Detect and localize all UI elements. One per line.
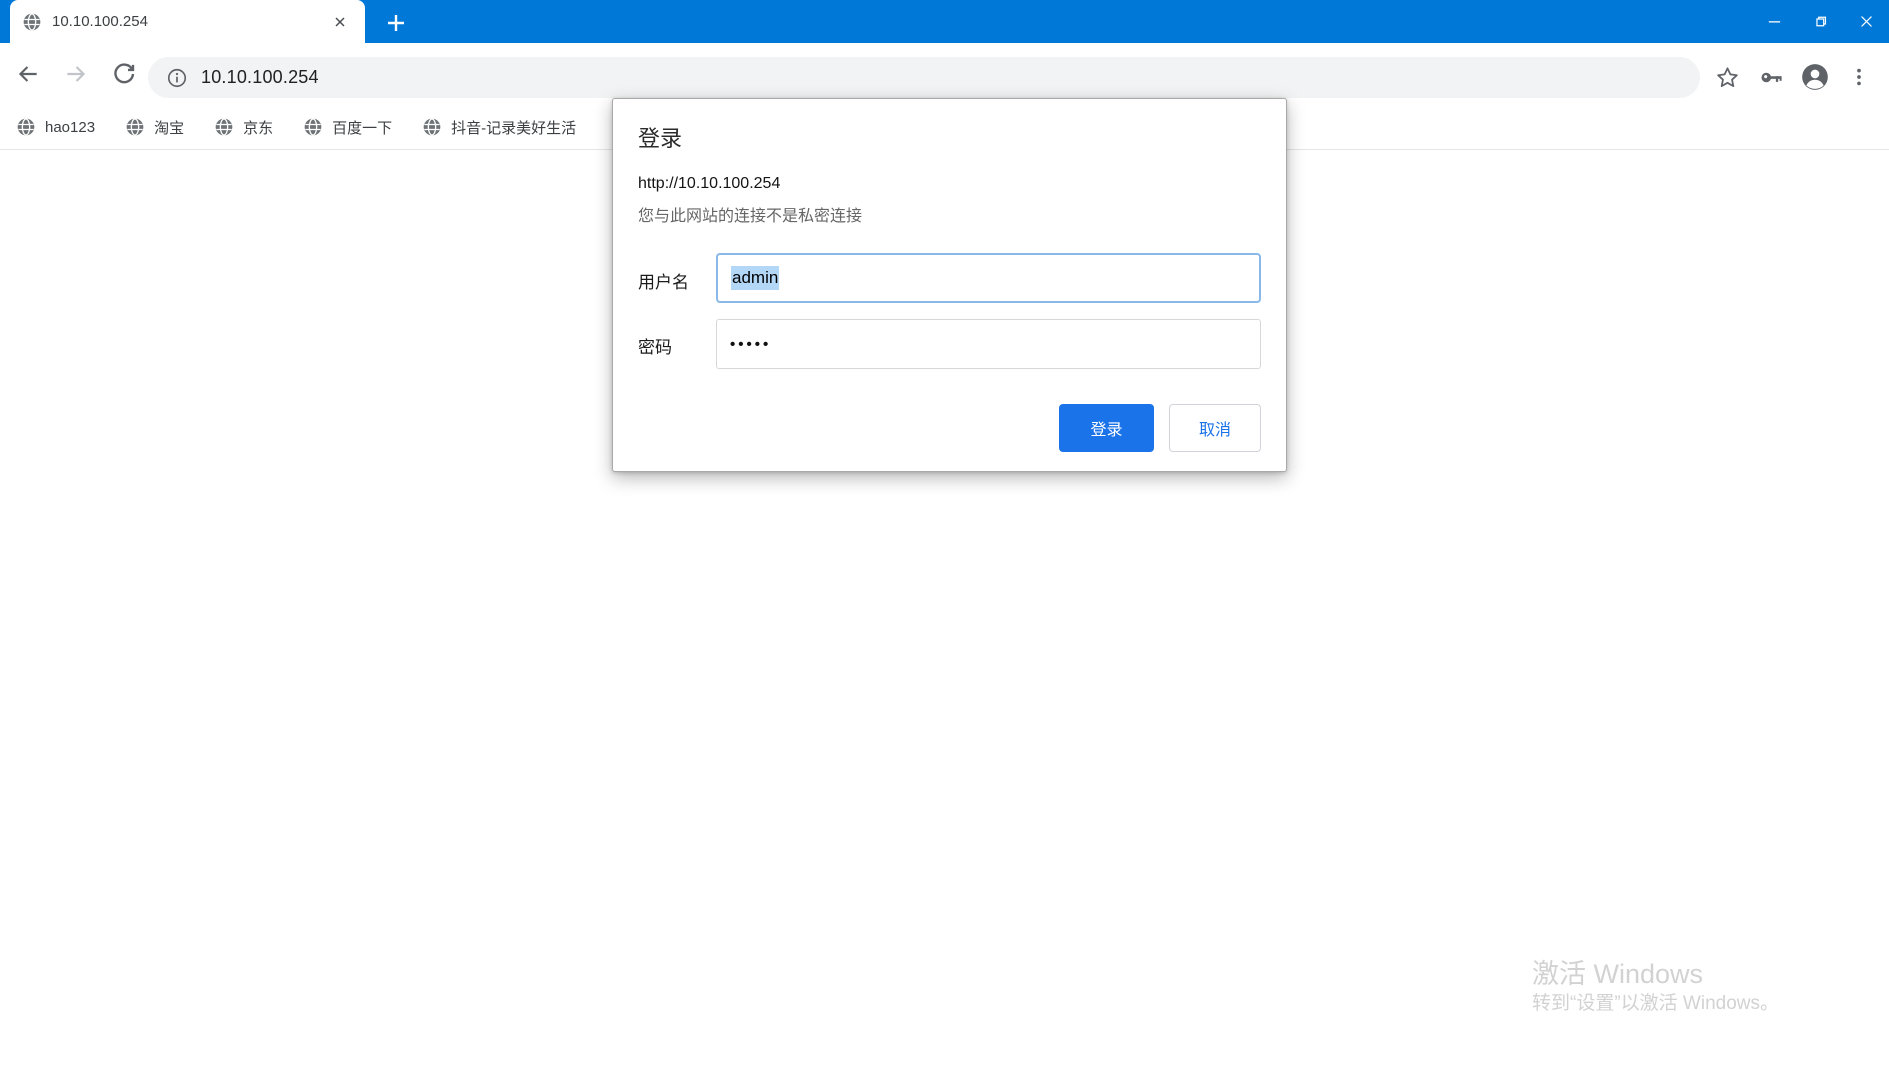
titlebar: 10.10.100.254 [0, 0, 1889, 43]
forward-button[interactable] [55, 53, 97, 95]
close-icon [335, 16, 345, 27]
key-icon [1761, 72, 1782, 82]
globe-icon [16, 117, 36, 137]
menu-button[interactable] [1837, 55, 1881, 99]
new-tab-button[interactable] [381, 8, 411, 38]
watermark-line1: 激活 Windows [1532, 959, 1704, 989]
username-input[interactable]: admin [716, 253, 1261, 303]
kebab-menu-icon [1857, 68, 1861, 86]
globe-icon [125, 117, 145, 137]
plus-icon [388, 15, 404, 31]
back-button[interactable] [7, 53, 49, 95]
tab-title: 10.10.100.254 [52, 13, 148, 30]
watermark-line2: 转到“设置”以激活 Windows。 [1532, 993, 1780, 1014]
refresh-button[interactable] [103, 53, 145, 95]
star-icon [1716, 66, 1738, 87]
password-label: 密码 [638, 338, 672, 357]
minimize-icon [1768, 21, 1780, 23]
bookmark-item-douyin[interactable]: 抖音-记录美好生活 [422, 117, 576, 138]
toolbar: 10.10.100.254 [0, 43, 1889, 105]
bookmark-item-taobao[interactable]: 淘宝 [125, 117, 184, 138]
globe-icon [214, 117, 234, 137]
cancel-button[interactable]: 取消 [1169, 404, 1261, 452]
tab-close-button[interactable] [329, 11, 351, 33]
globe-icon [303, 117, 323, 137]
close-window-button[interactable] [1843, 0, 1889, 43]
forward-arrow-icon [67, 66, 86, 82]
activate-windows-watermark: 激活 Windows 转到“设置”以激活 Windows。 [1532, 958, 1779, 1017]
close-icon [1860, 16, 1872, 27]
window-controls [1751, 0, 1889, 43]
site-info-button[interactable] [166, 67, 188, 89]
password-key-button[interactable] [1749, 55, 1793, 99]
globe-icon [422, 117, 442, 137]
dialog-origin-url: http://10.10.100.254 [638, 175, 781, 192]
minimize-button[interactable] [1751, 0, 1797, 43]
signin-button[interactable]: 登录 [1059, 404, 1154, 452]
browser-tab[interactable]: 10.10.100.254 [10, 0, 365, 43]
username-label: 用户名 [638, 273, 689, 292]
address-bar[interactable]: 10.10.100.254 [148, 57, 1700, 98]
avatar-icon [1802, 64, 1828, 90]
dialog-security-warning: 您与此网站的连接不是私密连接 [638, 208, 863, 225]
restore-icon [1815, 16, 1826, 27]
dialog-title: 登录 [638, 126, 683, 151]
bookmark-item-jd[interactable]: 京东 [214, 117, 273, 138]
globe-icon [22, 12, 42, 32]
bookmark-label: 抖音-记录美好生活 [451, 119, 577, 137]
bookmark-star-button[interactable] [1705, 55, 1749, 99]
bookmark-label: 京东 [243, 119, 274, 137]
bookmark-item-baidu[interactable]: 百度一下 [303, 117, 392, 138]
password-input[interactable]: ••••• [716, 319, 1261, 369]
toolbar-right [1705, 53, 1881, 101]
bookmark-label: 淘宝 [154, 119, 185, 137]
bookmark-item-hao123[interactable]: hao123 [16, 117, 95, 137]
restore-button[interactable] [1797, 0, 1843, 43]
username-value-selected: admin [731, 266, 780, 290]
info-icon [167, 68, 187, 87]
url-text: 10.10.100.254 [201, 67, 319, 87]
password-masked-value: ••••• [730, 335, 772, 353]
refresh-icon [114, 63, 135, 84]
bookmark-label: hao123 [45, 118, 96, 136]
bookmark-label: 百度一下 [332, 119, 393, 137]
auth-dialog: 登录 http://10.10.100.254 您与此网站的连接不是私密连接 用… [612, 98, 1287, 472]
profile-avatar-button[interactable] [1793, 55, 1837, 99]
back-arrow-icon [18, 66, 37, 82]
